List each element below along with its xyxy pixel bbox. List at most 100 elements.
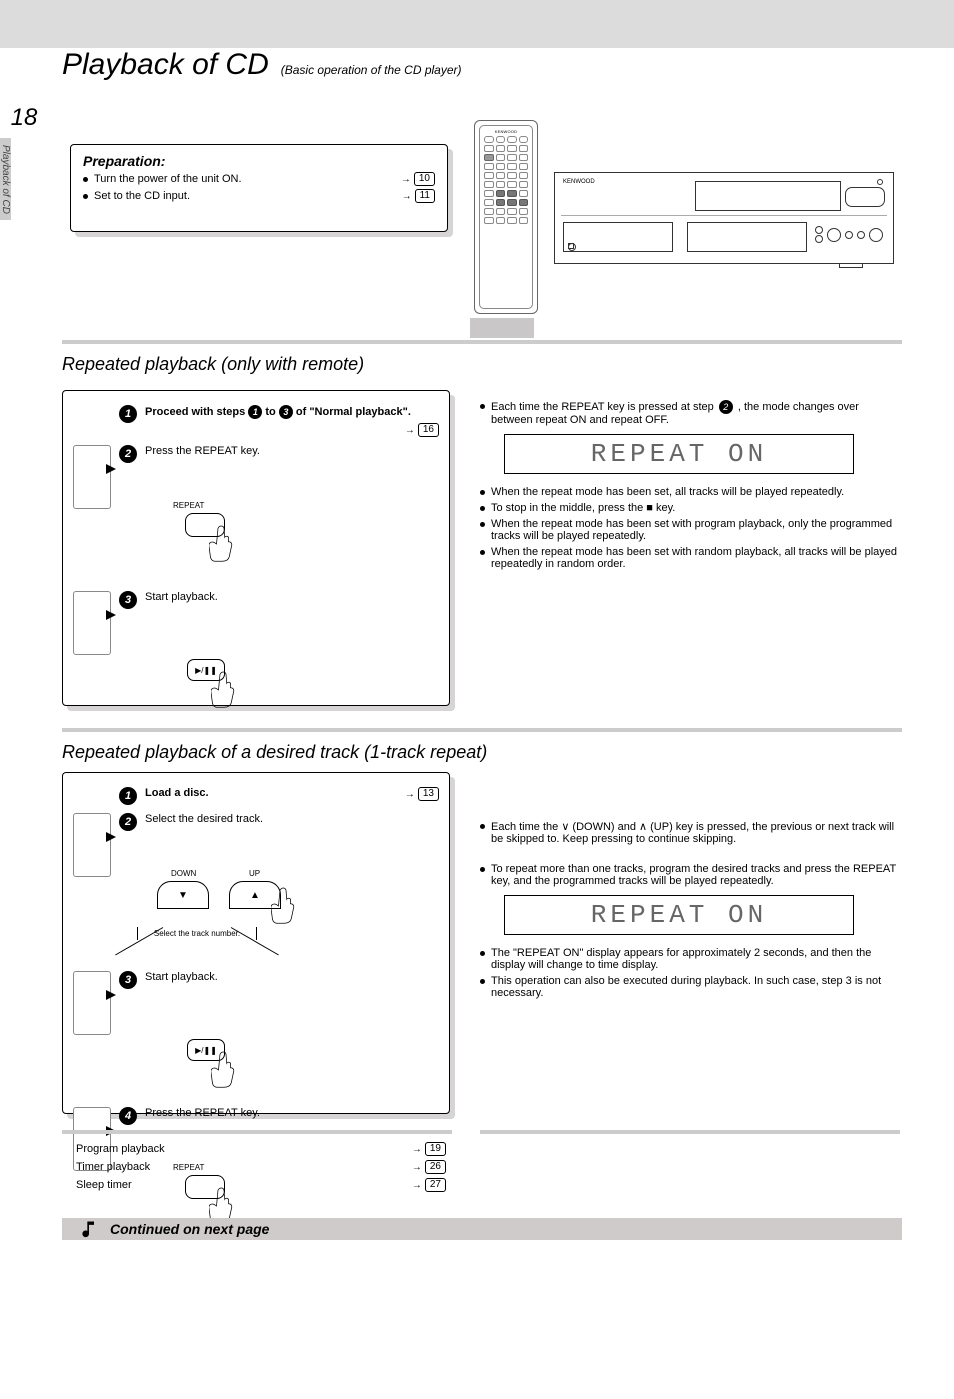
remote-brand: KENWOOD	[484, 129, 528, 134]
note-text: Each time the REPEAT key is pressed at s…	[491, 401, 714, 413]
step1-text: Load a disc.	[145, 787, 209, 799]
step-row: 1 Load a disc. → 13	[73, 787, 439, 805]
preparation-item: Turn the power of the unit ON. → 10	[83, 172, 435, 186]
page-ref: → 26	[412, 1160, 446, 1174]
step-text: Load a disc. → 13	[145, 787, 439, 801]
up-label: UP	[249, 869, 260, 878]
bullet-icon	[480, 824, 485, 829]
note-text: When the repeat mode has been set, all t…	[491, 486, 900, 498]
bullet-icon	[480, 951, 485, 956]
step-text: Select the desired track.	[145, 813, 439, 825]
remote-control-illustration: KENWOOD	[474, 120, 538, 314]
cassette-door	[563, 222, 673, 252]
down-button-icon: DOWN ▼	[157, 881, 209, 909]
ref-number: 16	[418, 423, 439, 437]
panel-foot	[839, 263, 863, 268]
page-ref: → 10	[401, 172, 435, 186]
arrow-icon: →	[401, 174, 411, 185]
note-line: This operation can also be executed duri…	[480, 975, 900, 999]
section-b-notes: Each time the ∨ (DOWN) and ∧ (UP) key is…	[480, 820, 900, 1003]
note-line: When the repeat mode has been set with p…	[480, 518, 900, 542]
note-text: The "REPEAT ON" display appears for appr…	[491, 947, 900, 971]
note-line: The "REPEAT ON" display appears for appr…	[480, 947, 900, 971]
page-ref: → 19	[412, 1142, 446, 1156]
down-label: DOWN	[171, 869, 196, 878]
section-b-steps: 1 Load a disc. → 13 2 Select the desired…	[62, 772, 450, 1114]
step-text: Start playback.	[145, 971, 439, 983]
preparation-heading: Preparation:	[83, 153, 435, 169]
power-led-icon	[877, 179, 883, 185]
step-illustration: ▶/❚❚	[137, 659, 439, 713]
step-text: Press the REPEAT key.	[145, 445, 439, 457]
section-a-steps: 1 Proceed with steps 1 to 3 of "Normal p…	[62, 390, 450, 706]
footer-ref-label: Sleep timer	[76, 1179, 132, 1191]
ref-number: 26	[425, 1160, 446, 1174]
ref-number: 19	[425, 1142, 446, 1156]
step1-prefix: Proceed with steps	[145, 406, 245, 418]
note-line: To repeat more than one tracks, program …	[480, 863, 900, 887]
bullet-icon	[480, 550, 485, 555]
step1-suffix: of "Normal playback".	[296, 406, 411, 418]
diagram-shadow	[470, 318, 534, 338]
footer-ref-row: Sleep timer → 27	[76, 1178, 446, 1192]
section-a-heading: Repeated playback (only with remote)	[62, 354, 364, 375]
continued-text: Continued on next page	[110, 1221, 269, 1237]
panel-slot	[845, 187, 885, 207]
preparation-text: Turn the power of the unit ON.	[94, 173, 395, 185]
note-text: When the repeat mode has been set with p…	[491, 518, 900, 542]
step-number-icon: 3	[119, 971, 137, 989]
ref-number: 27	[425, 1178, 446, 1192]
page-ref: → 27	[412, 1178, 446, 1192]
note-text: To stop in the middle, press the ■ key.	[491, 502, 900, 514]
step-number-icon: 2	[719, 400, 733, 414]
note-text: Each time the ∨ (DOWN) and ∧ (UP) key is…	[491, 820, 900, 845]
front-panel-illustration: KENWOOD	[554, 172, 894, 264]
footer-ref-label: Program playback	[76, 1143, 165, 1155]
step-text: Proceed with steps 1 to 3 of "Normal pla…	[145, 405, 439, 437]
device-diagram: KENWOOD KENWOOD	[470, 120, 900, 326]
hand-press-icon	[209, 525, 239, 563]
preparation-box: Preparation: Turn the power of the unit …	[70, 144, 448, 232]
arrow-icon: →	[412, 1144, 422, 1155]
step-row: 1 Proceed with steps 1 to 3 of "Normal p…	[73, 405, 439, 437]
note-text: To repeat more than one tracks, program …	[491, 863, 900, 887]
step-text: Press the REPEAT key.	[145, 1107, 439, 1119]
step-number-icon: 1	[119, 405, 137, 423]
panel-screen	[695, 181, 841, 211]
arrow-icon: →	[402, 191, 412, 202]
preparation-text: Set to the CD input.	[94, 190, 396, 202]
bullet-icon	[480, 404, 485, 409]
hand-press-icon	[271, 887, 301, 925]
footer-ref-row: Timer playback → 26	[76, 1160, 446, 1174]
callout-label: Select the track number.	[137, 927, 257, 940]
repeat-label: REPEAT	[173, 501, 204, 510]
hand-press-icon	[211, 671, 241, 709]
note-line: Each time the REPEAT key is pressed at s…	[480, 400, 900, 426]
title-main: Playback of CD	[62, 48, 269, 82]
lcd-display: REPEAT ON	[504, 895, 854, 935]
step-number-icon: 4	[119, 1107, 137, 1125]
step-row: 2 Select the desired track.	[73, 813, 439, 877]
arrow-icon: →	[405, 425, 415, 436]
step-row: 2 Press the REPEAT key.	[73, 445, 439, 509]
arrow-icon: →	[405, 789, 415, 800]
note-text: This operation can also be executed duri…	[491, 975, 900, 999]
step-row: 3 Start playback.	[73, 971, 439, 1035]
panel-brand: KENWOOD	[563, 179, 595, 185]
section-divider	[62, 1130, 452, 1134]
ref-number: 10	[414, 172, 435, 186]
step-text: Start playback.	[145, 591, 439, 603]
step-illustration: DOWN ▼ UP ▲ Select the track number.	[137, 881, 439, 953]
step-number-icon: 1	[119, 787, 137, 805]
lcd-display: REPEAT ON	[504, 434, 854, 474]
bullet-icon	[480, 979, 485, 984]
ref-number: 11	[415, 189, 435, 203]
note-text: When the repeat mode has been set with r…	[491, 546, 900, 570]
page-number: 18	[0, 104, 48, 132]
mini-remote-icon	[73, 813, 111, 877]
note-line: When the repeat mode has been set with r…	[480, 546, 900, 570]
page-title: Playback of CD (Basic operation of the C…	[62, 48, 462, 82]
side-tab-caption: Playback of CD	[0, 138, 11, 220]
music-note-icon	[78, 1218, 100, 1240]
side-tab: 18 Playback of CD	[0, 104, 48, 224]
